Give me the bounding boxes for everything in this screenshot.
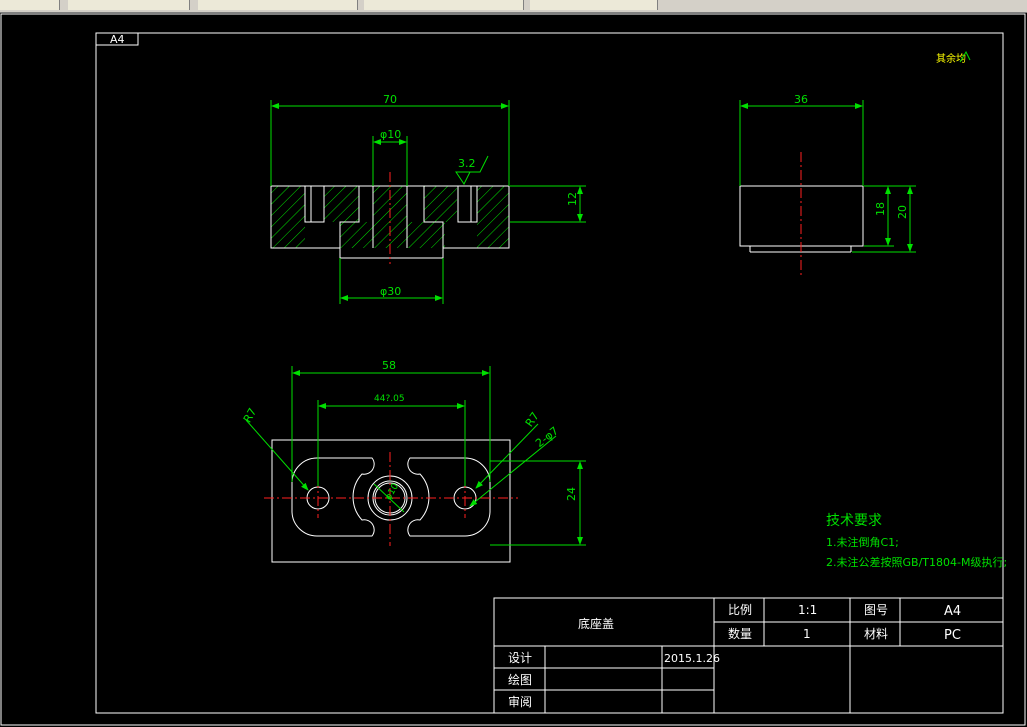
dim-two-holes: 2-φ7	[533, 424, 561, 450]
sheet-size-label: A4	[110, 33, 125, 46]
surface-finish-note: 其余均	[936, 52, 966, 65]
hatch-right-2	[424, 186, 457, 222]
drawing-no-label: 图号	[864, 603, 888, 617]
technical-notes: 技术要求 1.未注倒角C1; 2.未注公差按照GB/T1804-M级执行;	[826, 513, 1007, 569]
material-value: PC	[944, 628, 961, 643]
design-date: 2015.1.26	[664, 652, 720, 665]
dim-r7-right: R7	[523, 410, 542, 429]
drawing-no-value: A4	[944, 604, 961, 619]
dim-boss-dia: φ30	[380, 285, 401, 298]
slot-left	[291, 457, 375, 537]
dim-width-plan: 58	[382, 359, 396, 372]
material-label: 材料	[864, 627, 888, 641]
dim-thickness-top: 12	[566, 192, 579, 206]
design-label: 设计	[508, 651, 532, 665]
notes-line-1: 1.未注倒角C1;	[826, 535, 899, 549]
dim-width-side: 36	[794, 93, 808, 106]
dim-height-plan: 24	[565, 487, 578, 501]
cad-drawing[interactable]: A4 其余均 70 φ10 3.2 12 φ30 36 18 20 58 44?…	[0, 0, 1027, 727]
counterbore-left	[304, 186, 325, 223]
hatch-right-1	[477, 186, 509, 248]
outer-sheet-border	[0, 13, 1026, 726]
side-dimensions: 36 18 20	[739, 93, 916, 253]
counterbore-right	[457, 186, 478, 223]
hatch-left-2	[324, 186, 359, 222]
side-view	[739, 152, 864, 276]
review-label: 审阅	[508, 694, 532, 709]
dim-width-top: 70	[383, 93, 397, 106]
hatch-left-3	[340, 222, 373, 248]
hatch-left-1	[271, 186, 305, 248]
qty-value: 1	[803, 627, 811, 641]
front-section-view	[270, 172, 510, 264]
dim-r7-left: R7	[241, 406, 260, 425]
part-name: 底座盖	[578, 616, 614, 631]
dim-pitch: 44?.05	[374, 394, 405, 404]
dim-hole-top: φ10	[380, 128, 401, 141]
dim-roughness: 3.2	[458, 157, 476, 170]
scale-value: 1:1	[798, 603, 817, 617]
qty-label: 数量	[728, 626, 752, 641]
dim-h18: 18	[874, 202, 887, 216]
hatch-right-3	[407, 222, 445, 248]
scale-label: 比例	[728, 603, 752, 617]
draw-label: 绘图	[508, 672, 532, 687]
notes-title: 技术要求	[826, 513, 882, 529]
dim-center-hole: φ10	[384, 482, 401, 502]
title-block: 底座盖 比例 1:1 图号 A4 数量 1 材料 PC 设计 2015.1.26…	[493, 597, 1004, 714]
notes-line-2: 2.未注公差按照GB/T1804-M级执行;	[826, 555, 1007, 569]
slot-right	[407, 457, 491, 537]
dim-h20: 20	[896, 205, 909, 219]
